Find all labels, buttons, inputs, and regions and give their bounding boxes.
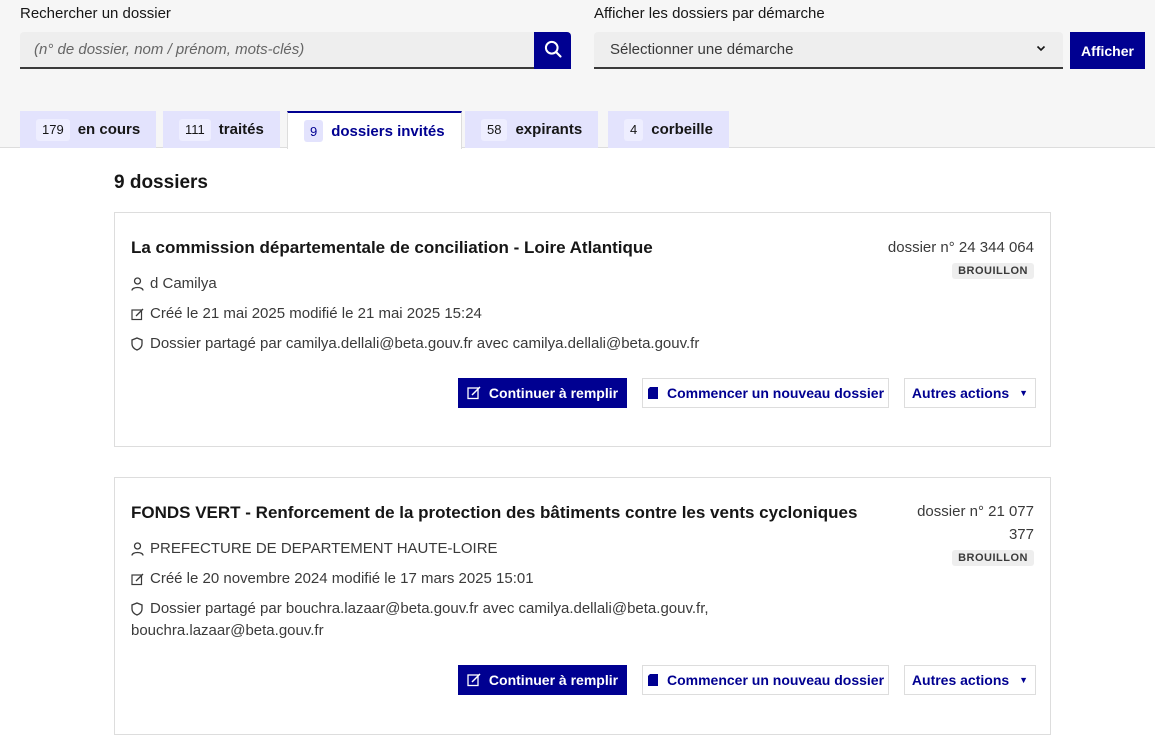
search-input[interactable] [20,32,534,69]
select-value: Sélectionner une démarche [610,41,794,58]
search-button[interactable] [534,32,571,69]
tab-count: 111 [179,118,211,141]
dossier-number: dossier n° 21 077 377 [917,500,1034,546]
tab-dossiers-invites[interactable]: 9 dossiers invités [287,111,462,149]
dossier-title[interactable]: FONDS VERT - Renforcement de la protecti… [131,503,857,523]
tab-en-cours[interactable]: 179 en cours [20,111,157,148]
tab-count: 9 [304,120,324,142]
user-name: d Camilya [150,275,217,292]
dossier-dates: Créé le 21 mai 2025 modifié le 21 mai 20… [131,303,482,325]
afficher-button[interactable]: Afficher [1070,32,1145,69]
status-badge: BROUILLON [952,550,1034,566]
chevron-down-icon [1035,41,1047,58]
dossier-shared: Dossier partagé par camilya.dellali@beta… [131,333,699,355]
new-dossier-label: Commencer un nouveau dossier [666,672,885,688]
new-dossier-button[interactable]: Commencer un nouveau dossier [642,665,889,695]
dates-text: Créé le 21 mai 2025 modifié le 21 mai 20… [150,305,482,322]
dossier-shared-continued: bouchra.lazaar@beta.gouv.fr [131,622,324,639]
dossier-dates: Créé le 20 novembre 2024 modifié le 17 m… [131,568,534,590]
shield-icon [131,598,146,620]
tab-corbeille[interactable]: 4 corbeille [608,111,729,148]
continue-button[interactable]: Continuer à remplir [458,378,627,408]
dossier-card: La commission départementale de concilia… [114,212,1051,447]
filter-label: Afficher les dossiers par démarche [594,5,825,22]
continue-button[interactable]: Continuer à remplir [458,665,627,695]
edit-pen-icon [467,673,481,687]
more-actions-button[interactable]: Autres actions ▼ [904,378,1036,408]
file-add-icon [647,386,659,400]
search-icon [543,39,563,62]
tab-expirants[interactable]: 58 expirants [465,111,599,148]
search-header: Rechercher un dossier Afficher les dossi… [0,0,1155,149]
status-badge: BROUILLON [952,263,1034,279]
shared-text: Dossier partagé par bouchra.lazaar@beta.… [150,600,709,617]
caret-down-icon: ▼ [1019,388,1029,398]
tab-label: traités [218,121,264,138]
dossier-card: FONDS VERT - Renforcement de la protecti… [114,477,1051,735]
edit-pen-icon [467,386,481,400]
tab-count: 4 [624,118,644,141]
user-icon [131,273,146,295]
tab-label: dossiers invités [331,122,445,140]
dossier-number-line1: dossier n° 21 077 [917,503,1034,520]
user-name: PREFECTURE DE DEPARTEMENT HAUTE-LOIRE [150,540,498,557]
continue-label: Continuer à remplir [488,672,619,688]
tab-traites[interactable]: 111 traités [163,111,280,148]
search-label: Rechercher un dossier [20,5,171,22]
tab-count: 179 [36,118,70,141]
tab-label: expirants [515,121,583,138]
more-actions-label: Autres actions [911,672,1010,688]
tab-label: corbeille [651,121,713,138]
dates-text: Créé le 20 novembre 2024 modifié le 17 m… [150,570,534,587]
continue-label: Continuer à remplir [488,385,619,401]
demarche-select[interactable]: Sélectionner une démarche [594,32,1063,69]
new-dossier-button[interactable]: Commencer un nouveau dossier [642,378,889,408]
dossier-number: dossier n° 24 344 064 [887,239,1034,256]
edit-icon [131,568,146,590]
dossier-user: PREFECTURE DE DEPARTEMENT HAUTE-LOIRE [131,538,498,560]
tab-count: 58 [481,118,508,141]
dossier-user: d Camilya [131,273,217,295]
file-add-icon [647,673,659,687]
shared-text: Dossier partagé par camilya.dellali@beta… [150,335,700,352]
user-icon [131,538,146,560]
dossier-count: 9 dossiers [114,172,208,193]
more-actions-button[interactable]: Autres actions ▼ [904,665,1036,695]
dossier-title[interactable]: La commission départementale de concilia… [131,238,653,258]
dossier-shared: Dossier partagé par bouchra.lazaar@beta.… [131,598,709,620]
caret-down-icon: ▼ [1019,675,1029,685]
shield-icon [131,333,146,355]
more-actions-label: Autres actions [911,385,1010,401]
new-dossier-label: Commencer un nouveau dossier [666,385,885,401]
tab-label: en cours [77,121,141,138]
dossier-number-line2: 377 [1008,526,1034,543]
edit-icon [131,303,146,325]
